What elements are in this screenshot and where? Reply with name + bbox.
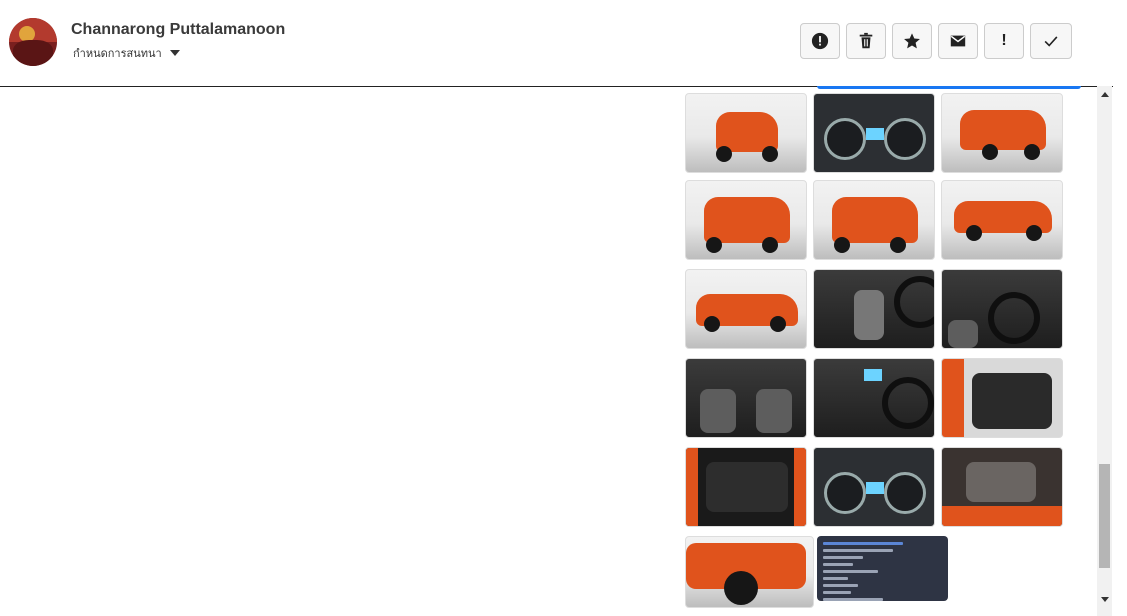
photo-door-panel[interactable]: [941, 358, 1063, 438]
conversation-header: Channarong Puttalamanoon กำหนดการสนทนา !: [0, 0, 1113, 87]
check-icon: [1044, 36, 1058, 47]
photo-trunk-cargo[interactable]: [685, 447, 807, 527]
report-button[interactable]: [800, 23, 840, 59]
photo-front-seats[interactable]: [685, 358, 807, 438]
photo-spec-document[interactable]: [817, 536, 948, 601]
conversation-options-dropdown[interactable]: กำหนดการสนทนา: [73, 44, 180, 62]
photo-car-side-left[interactable]: [685, 269, 807, 349]
scroll-thumb[interactable]: [1099, 464, 1110, 568]
photo-gear-shifter[interactable]: [813, 269, 935, 349]
email-button[interactable]: [938, 23, 978, 59]
star-icon: [904, 33, 920, 49]
photo-steering-console[interactable]: [813, 358, 935, 438]
photo-car-wheel-closeup[interactable]: [685, 536, 814, 608]
photo-engine-bay[interactable]: [941, 447, 1063, 527]
mail-icon: [950, 35, 966, 47]
user-name[interactable]: Channarong Puttalamanoon: [71, 21, 285, 39]
subtitle-label: กำหนดการสนทนา: [73, 48, 162, 60]
caret-down-icon: [169, 50, 180, 56]
important-button[interactable]: !: [984, 23, 1024, 59]
photo-dashboard-interior[interactable]: [941, 269, 1063, 349]
scroll-down-icon[interactable]: [1101, 597, 1109, 602]
photo-car-rear-2[interactable]: [813, 180, 935, 260]
scroll-up-icon[interactable]: [1101, 92, 1109, 97]
photo-instrument-cluster-2[interactable]: [813, 447, 935, 527]
delete-button[interactable]: [846, 23, 886, 59]
photo-car-rear[interactable]: [685, 180, 807, 260]
message-bubble-edge: [817, 86, 1081, 89]
avatar[interactable]: [9, 18, 57, 66]
favorite-button[interactable]: [892, 23, 932, 59]
photo-car-front[interactable]: [685, 93, 807, 173]
trash-icon: [859, 32, 873, 49]
done-button[interactable]: [1030, 23, 1072, 59]
alert-circle-icon: [811, 32, 829, 50]
vertical-scrollbar[interactable]: [1097, 86, 1112, 616]
photo-instrument-cluster[interactable]: [813, 93, 935, 173]
photo-car-front-angle[interactable]: [941, 93, 1063, 173]
photo-car-side[interactable]: [941, 180, 1063, 260]
exclamation-icon: !: [1001, 32, 1007, 49]
action-toolbar: !: [800, 23, 1072, 59]
